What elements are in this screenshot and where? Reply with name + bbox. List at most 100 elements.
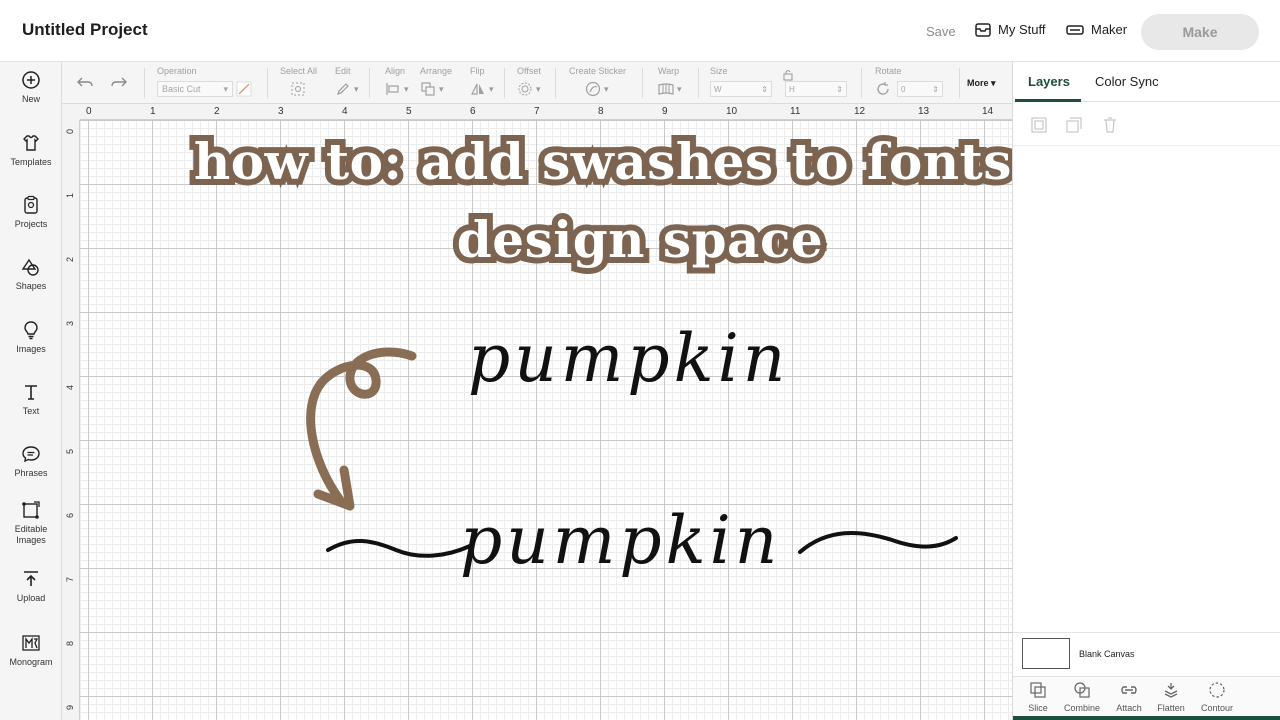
chevron-down-icon: ▾ <box>404 83 409 94</box>
edit-label: Edit <box>335 66 351 76</box>
rotate-label: Rotate <box>875 66 902 76</box>
sidebar-label-text: Text <box>22 406 40 416</box>
arrange-group[interactable]: Arrange ▾ <box>420 66 452 97</box>
sidebar-item-new[interactable]: New <box>0 70 62 105</box>
select-all-label: Select All <box>280 66 318 76</box>
select-all-group[interactable]: Select All <box>280 66 317 97</box>
flip-group[interactable]: Flip ▾ <box>470 66 494 97</box>
tab-layers[interactable]: Layers <box>1028 74 1070 89</box>
toolbar-separator <box>555 68 556 98</box>
operation-value: Basic Cut <box>162 84 201 94</box>
contour-button[interactable]: Contour <box>1194 681 1240 713</box>
my-stuff-label: My Stuff <box>998 22 1046 37</box>
attach-button[interactable]: Attach <box>1106 681 1152 713</box>
text-layer-pumpkin-swash[interactable]: pumpkin <box>460 502 781 579</box>
blank-canvas-swatch[interactable] <box>1022 638 1070 669</box>
flatten-button[interactable]: Flatten <box>1148 681 1194 713</box>
ruler-tick-label: 8 <box>598 106 604 117</box>
text-layer-pumpkin-plain[interactable]: pumpkin <box>468 320 789 397</box>
edit-group[interactable]: Edit ▾ <box>335 66 359 97</box>
attach-label: Attach <box>1116 703 1142 713</box>
ruler-tick-label: 4 <box>65 384 75 390</box>
color-swatch-icon[interactable] <box>236 81 252 97</box>
my-stuff-button[interactable]: My Stuff <box>975 22 1045 37</box>
align-icon <box>386 83 399 95</box>
slice-label: Slice <box>1028 703 1048 713</box>
chevron-down-icon: ▾ <box>223 83 228 94</box>
rotate-input[interactable]: 0 ⇕ <box>897 81 943 97</box>
combine-icon <box>1074 682 1090 698</box>
slice-button[interactable]: Slice <box>1015 681 1061 713</box>
sidebar-item-images[interactable]: Images <box>0 320 62 355</box>
ruler-tick-label: 4 <box>342 106 348 117</box>
sidebar-item-editable-images[interactable]: Editable Images <box>0 500 62 546</box>
offset-group[interactable]: Offset ▾ <box>517 66 541 97</box>
design-space-app: Untitled Project Save My Stuff Maker Mak… <box>0 0 1280 720</box>
project-title[interactable]: Untitled Project <box>22 20 148 40</box>
sidebar-item-upload[interactable]: Upload <box>0 569 62 604</box>
group-icon[interactable] <box>1030 116 1048 134</box>
design-canvas[interactable]: 0 1 2 3 4 5 6 7 8 9 10 11 12 13 14 0 1 2… <box>62 104 1012 720</box>
ruler-tick-label: 9 <box>65 704 75 710</box>
blank-canvas-row[interactable]: Blank Canvas <box>1013 632 1280 676</box>
sidebar-item-phrases[interactable]: Phrases <box>0 444 62 479</box>
toolbar-separator <box>144 68 145 98</box>
select-all-icon <box>291 82 305 96</box>
ruler-tick-label: 13 <box>918 106 930 117</box>
combine-button[interactable]: Combine <box>1059 681 1105 713</box>
align-group[interactable]: Align ▾ <box>385 66 409 97</box>
blank-canvas-label: Blank Canvas <box>1079 649 1135 659</box>
rotate-icon[interactable] <box>875 81 891 97</box>
toolbar-separator <box>642 68 643 98</box>
chevron-down-icon: ▾ <box>439 83 444 94</box>
sidebar-label-phrases: Phrases <box>14 468 48 478</box>
panel-tabs: Layers Color Sync <box>1013 62 1280 102</box>
operation-select[interactable]: Basic Cut ▾ <box>157 81 233 97</box>
maker-label: Maker <box>1091 22 1128 37</box>
flip-label: Flip <box>470 66 485 76</box>
lock-icon[interactable] <box>782 68 794 86</box>
active-tab-indicator <box>1015 99 1081 102</box>
width-input[interactable]: W ⇕ <box>710 81 772 97</box>
edit-toolbar: Operation Basic Cut ▾ Select All Edit ▾ <box>62 62 1012 104</box>
width-label: W <box>714 84 722 94</box>
ruler-left: 0 1 2 3 4 5 6 7 8 9 <box>62 104 80 720</box>
redo-button[interactable] <box>110 76 128 95</box>
height-input[interactable]: H ⇕ <box>785 81 847 97</box>
toolbar-separator <box>267 68 268 98</box>
warp-label: Warp <box>658 66 680 76</box>
warp-icon <box>658 83 674 95</box>
sidebar-item-monogram[interactable]: Monogram <box>0 633 62 668</box>
ruler-tick-label: 1 <box>65 192 75 198</box>
arrange-icon <box>421 82 435 96</box>
create-sticker-group[interactable]: Create Sticker ▾ <box>569 66 626 97</box>
ruler-tick-label: 10 <box>726 106 738 117</box>
operation-label: Operation <box>157 66 197 76</box>
sidebar-item-text[interactable]: Text <box>0 382 62 417</box>
text-t-icon <box>25 385 37 400</box>
redo-icon <box>111 77 127 87</box>
more-button[interactable]: More ▾ <box>967 78 996 89</box>
more-label: More <box>967 78 989 88</box>
duplicate-icon[interactable] <box>1065 116 1083 134</box>
sidebar-label-shapes: Shapes <box>15 281 47 291</box>
sidebar-label-images: Images <box>16 344 46 354</box>
attach-icon <box>1121 686 1137 694</box>
ruler-tick-label: 6 <box>470 106 476 117</box>
save-button[interactable]: Save <box>926 24 956 39</box>
chevron-down-icon: ▾ <box>489 83 494 94</box>
undo-button[interactable] <box>76 76 94 95</box>
ruler-tick-label: 6 <box>65 512 75 518</box>
make-button[interactable]: Make <box>1141 14 1259 50</box>
trash-icon[interactable] <box>1101 116 1119 134</box>
sidebar-label-editable-images: Editable Images <box>14 524 48 545</box>
toolbar-separator <box>861 68 862 98</box>
combine-label: Combine <box>1063 703 1101 713</box>
maker-button[interactable]: Maker <box>1066 22 1127 37</box>
layer-tools <box>1013 106 1280 146</box>
inbox-icon <box>975 22 991 37</box>
ruler-tick-label: 0 <box>86 106 92 117</box>
warp-group[interactable]: Warp ▾ <box>658 66 682 97</box>
stepper-icon: ⇕ <box>836 84 843 94</box>
tab-color-sync[interactable]: Color Sync <box>1095 74 1159 89</box>
